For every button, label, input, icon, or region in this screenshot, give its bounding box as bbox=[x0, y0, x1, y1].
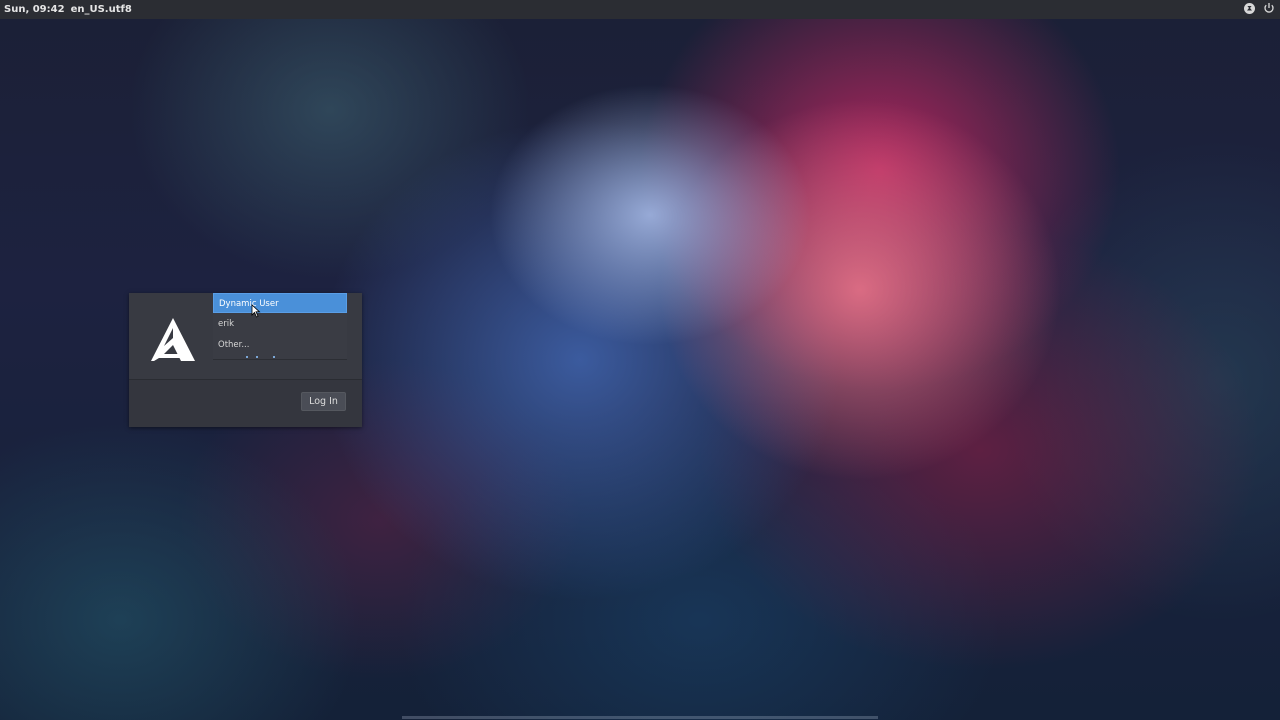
list-scroll-indicator bbox=[246, 356, 276, 358]
login-header: Dynamic User erik Other... bbox=[129, 293, 362, 380]
arch-logo-icon bbox=[151, 318, 195, 361]
panel-indicators bbox=[1244, 2, 1275, 14]
keyboard-layout[interactable]: en_US.utf8 bbox=[71, 4, 132, 15]
user-item-erik[interactable]: erik bbox=[213, 314, 347, 334]
bottom-edge bbox=[402, 716, 878, 719]
user-item-other[interactable]: Other... bbox=[213, 335, 347, 355]
user-list[interactable]: Dynamic User erik Other... bbox=[213, 293, 347, 360]
top-panel: Sun, 09:42 en_US.utf8 bbox=[0, 0, 1280, 19]
power-icon[interactable] bbox=[1263, 2, 1275, 14]
login-dialog: Dynamic User erik Other... Log In bbox=[129, 293, 362, 427]
mouse-cursor-icon bbox=[251, 304, 261, 318]
accessibility-icon[interactable] bbox=[1244, 2, 1255, 14]
user-item-dynamic-user[interactable]: Dynamic User bbox=[213, 293, 347, 313]
clock[interactable]: Sun, 09:42 bbox=[4, 4, 65, 15]
login-button[interactable]: Log In bbox=[301, 392, 346, 411]
